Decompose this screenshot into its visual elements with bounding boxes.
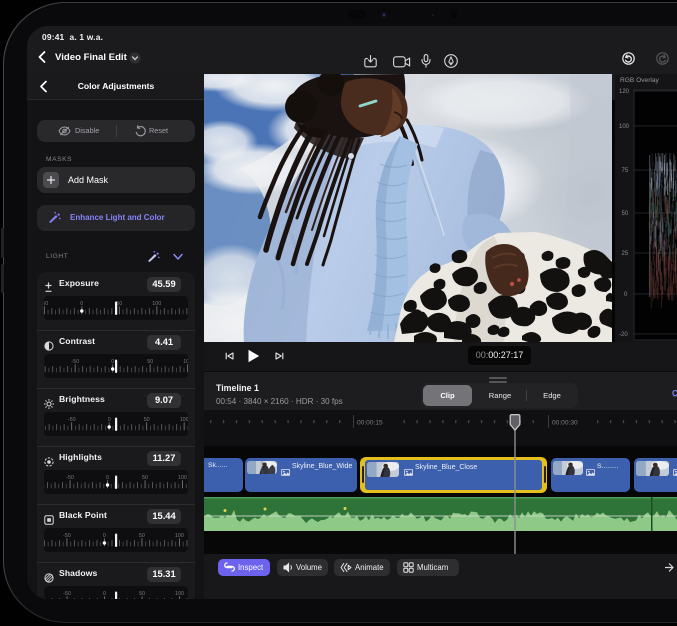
svg-text:50: 50: [142, 475, 148, 481]
svg-text:0: 0: [106, 475, 109, 481]
svg-text:00:00:15: 00:00:15: [357, 420, 383, 427]
svg-text:100: 100: [175, 591, 184, 597]
svg-text:0: 0: [80, 301, 83, 307]
svg-text:-20: -20: [619, 332, 628, 338]
svg-text:100: 100: [152, 301, 161, 307]
svg-text:50: 50: [116, 301, 122, 307]
svg-text:50: 50: [139, 533, 145, 539]
svg-text:0: 0: [111, 359, 114, 365]
svg-text:100: 100: [175, 533, 184, 539]
svg-text:0: 0: [108, 417, 111, 423]
svg-text:0: 0: [624, 292, 628, 298]
svg-text:0: 0: [103, 591, 106, 597]
svg-text:-50: -50: [44, 301, 48, 307]
svg-text:00:00:30: 00:00:30: [552, 420, 578, 427]
svg-text:0: 0: [103, 533, 106, 539]
svg-text:50: 50: [147, 359, 153, 365]
svg-text:25: 25: [622, 251, 629, 257]
svg-text:75: 75: [622, 168, 629, 174]
svg-text:-50: -50: [66, 475, 74, 481]
svg-text:100: 100: [178, 475, 187, 481]
svg-text:-50: -50: [68, 417, 76, 423]
svg-text:-50: -50: [63, 533, 71, 539]
svg-text:50: 50: [622, 211, 629, 217]
svg-text:120: 120: [619, 89, 630, 95]
svg-text:100: 100: [183, 359, 188, 365]
svg-text:100: 100: [619, 124, 630, 130]
svg-text:100: 100: [180, 417, 188, 423]
svg-text:-50: -50: [63, 591, 71, 597]
svg-text:50: 50: [139, 591, 145, 597]
svg-text:-50: -50: [71, 359, 79, 365]
svg-text:50: 50: [144, 417, 150, 423]
